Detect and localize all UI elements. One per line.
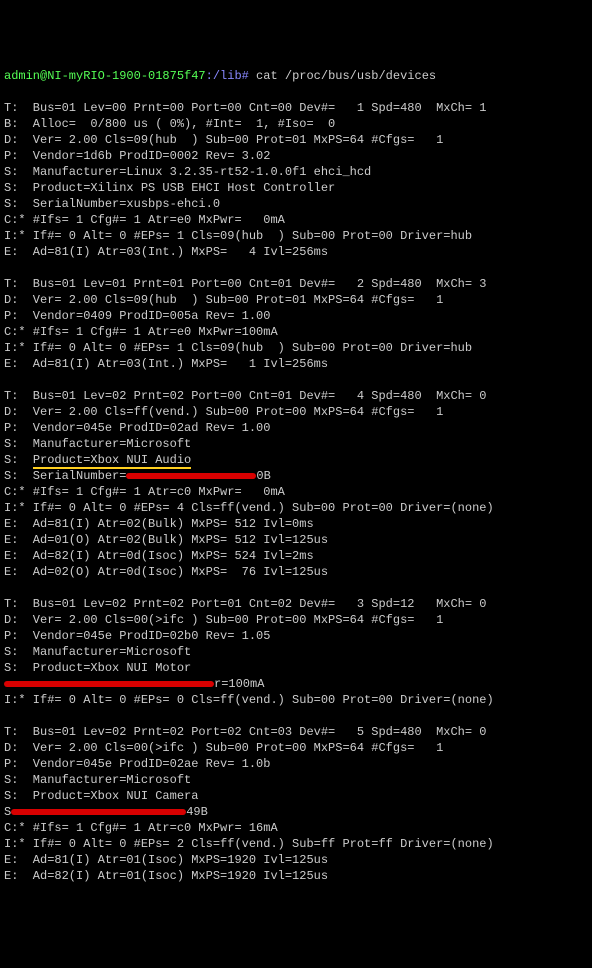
- redaction-scribble: [4, 681, 214, 687]
- dev5-s3-pre: S: [4, 805, 11, 819]
- dev2-p: P: Vendor=0409 ProdID=005a Rev= 1.00: [4, 309, 270, 323]
- dev1-s1: S: Manufacturer=Linux 3.2.35-rt52-1.0.0f…: [4, 165, 371, 179]
- dev3-s2-pre: S:: [4, 453, 33, 467]
- dev4-s1: S: Manufacturer=Microsoft: [4, 645, 191, 659]
- dev3-s1: S: Manufacturer=Microsoft: [4, 437, 191, 451]
- dev4-i: I:* If#= 0 Alt= 0 #EPs= 0 Cls=ff(vend.) …: [4, 693, 494, 707]
- dev4-d: D: Ver= 2.00 Cls=00(>ifc ) Sub=00 Prot=0…: [4, 613, 443, 627]
- dev1-t: T: Bus=01 Lev=00 Prnt=00 Port=00 Cnt=00 …: [4, 101, 486, 115]
- dev3-e1: E: Ad=81(I) Atr=02(Bulk) MxPS= 512 Ivl=0…: [4, 517, 314, 531]
- dev1-s2: S: Product=Xilinx PS USB EHCI Host Contr…: [4, 181, 335, 195]
- dev5-s3-post: 49B: [186, 805, 208, 819]
- dev1-e: E: Ad=81(I) Atr=03(Int.) MxPS= 4 Ivl=256…: [4, 245, 328, 259]
- dev4-s2: S: Product=Xbox NUI Motor: [4, 661, 191, 675]
- terminal-output: admin@NI-myRIO-1900-01875f47:/lib# cat /…: [4, 69, 494, 883]
- dev3-e3: E: Ad=82(I) Atr=0d(Isoc) MxPS= 524 Ivl=2…: [4, 549, 314, 563]
- dev4-t: T: Bus=01 Lev=02 Prnt=02 Port=01 Cnt=02 …: [4, 597, 486, 611]
- dev3-p: P: Vendor=045e ProdID=02ad Rev= 1.00: [4, 421, 270, 435]
- dev3-product-highlight: Product=Xbox NUI Audio: [33, 453, 191, 469]
- dev2-d: D: Ver= 2.00 Cls=09(hub ) Sub=00 Prot=01…: [4, 293, 443, 307]
- redaction-scribble: [126, 473, 256, 479]
- dev1-d: D: Ver= 2.00 Cls=09(hub ) Sub=00 Prot=01…: [4, 133, 443, 147]
- dev4-c-post: r=100mA: [214, 677, 264, 691]
- dev1-i: I:* If#= 0 Alt= 0 #EPs= 1 Cls=09(hub ) S…: [4, 229, 472, 243]
- dev3-c: C:* #Ifs= 1 Cfg#= 1 Atr=c0 MxPwr= 0mA: [4, 485, 285, 499]
- dev3-e2: E: Ad=01(O) Atr=02(Bulk) MxPS= 512 Ivl=1…: [4, 533, 328, 547]
- dev5-d: D: Ver= 2.00 Cls=00(>ifc ) Sub=00 Prot=0…: [4, 741, 443, 755]
- dev3-d: D: Ver= 2.00 Cls=ff(vend.) Sub=00 Prot=0…: [4, 405, 443, 419]
- dev2-i: I:* If#= 0 Alt= 0 #EPs= 1 Cls=09(hub ) S…: [4, 341, 472, 355]
- dev4-p: P: Vendor=045e ProdID=02b0 Rev= 1.05: [4, 629, 270, 643]
- dev3-e4: E: Ad=02(O) Atr=0d(Isoc) MxPS= 76 Ivl=12…: [4, 565, 328, 579]
- dev3-s3-post: 0B: [256, 469, 270, 483]
- dev1-b: B: Alloc= 0/800 us ( 0%), #Int= 1, #Iso=…: [4, 117, 335, 131]
- command: cat /proc/bus/usb/devices: [249, 69, 436, 83]
- dev2-e: E: Ad=81(I) Atr=03(Int.) MxPS= 1 Ivl=256…: [4, 357, 328, 371]
- dev3-s3-pre: S: SerialNumber=: [4, 469, 126, 483]
- prompt-user: admin@NI-myRIO-1900-01875f47: [4, 69, 206, 83]
- dev1-s3: S: SerialNumber=xusbps-ehci.0: [4, 197, 220, 211]
- dev1-c: C:* #Ifs= 1 Cfg#= 1 Atr=e0 MxPwr= 0mA: [4, 213, 285, 227]
- dev5-e1: E: Ad=81(I) Atr=01(Isoc) MxPS=1920 Ivl=1…: [4, 853, 328, 867]
- dev3-i: I:* If#= 0 Alt= 0 #EPs= 4 Cls=ff(vend.) …: [4, 501, 494, 515]
- dev5-i: I:* If#= 0 Alt= 0 #EPs= 2 Cls=ff(vend.) …: [4, 837, 494, 851]
- dev3-t: T: Bus=01 Lev=02 Prnt=02 Port=00 Cnt=01 …: [4, 389, 486, 403]
- dev5-p: P: Vendor=045e ProdID=02ae Rev= 1.0b: [4, 757, 270, 771]
- dev2-c: C:* #Ifs= 1 Cfg#= 1 Atr=e0 MxPwr=100mA: [4, 325, 278, 339]
- dev5-c: C:* #Ifs= 1 Cfg#= 1 Atr=c0 MxPwr= 16mA: [4, 821, 278, 835]
- dev5-e2: E: Ad=82(I) Atr=01(Isoc) MxPS=1920 Ivl=1…: [4, 869, 328, 883]
- dev5-t: T: Bus=01 Lev=02 Prnt=02 Port=02 Cnt=03 …: [4, 725, 486, 739]
- prompt-path: :/lib#: [206, 69, 249, 83]
- dev5-s2: S: Product=Xbox NUI Camera: [4, 789, 198, 803]
- dev2-t: T: Bus=01 Lev=01 Prnt=01 Port=00 Cnt=01 …: [4, 277, 486, 291]
- dev5-s1: S: Manufacturer=Microsoft: [4, 773, 191, 787]
- dev1-p: P: Vendor=1d6b ProdID=0002 Rev= 3.02: [4, 149, 270, 163]
